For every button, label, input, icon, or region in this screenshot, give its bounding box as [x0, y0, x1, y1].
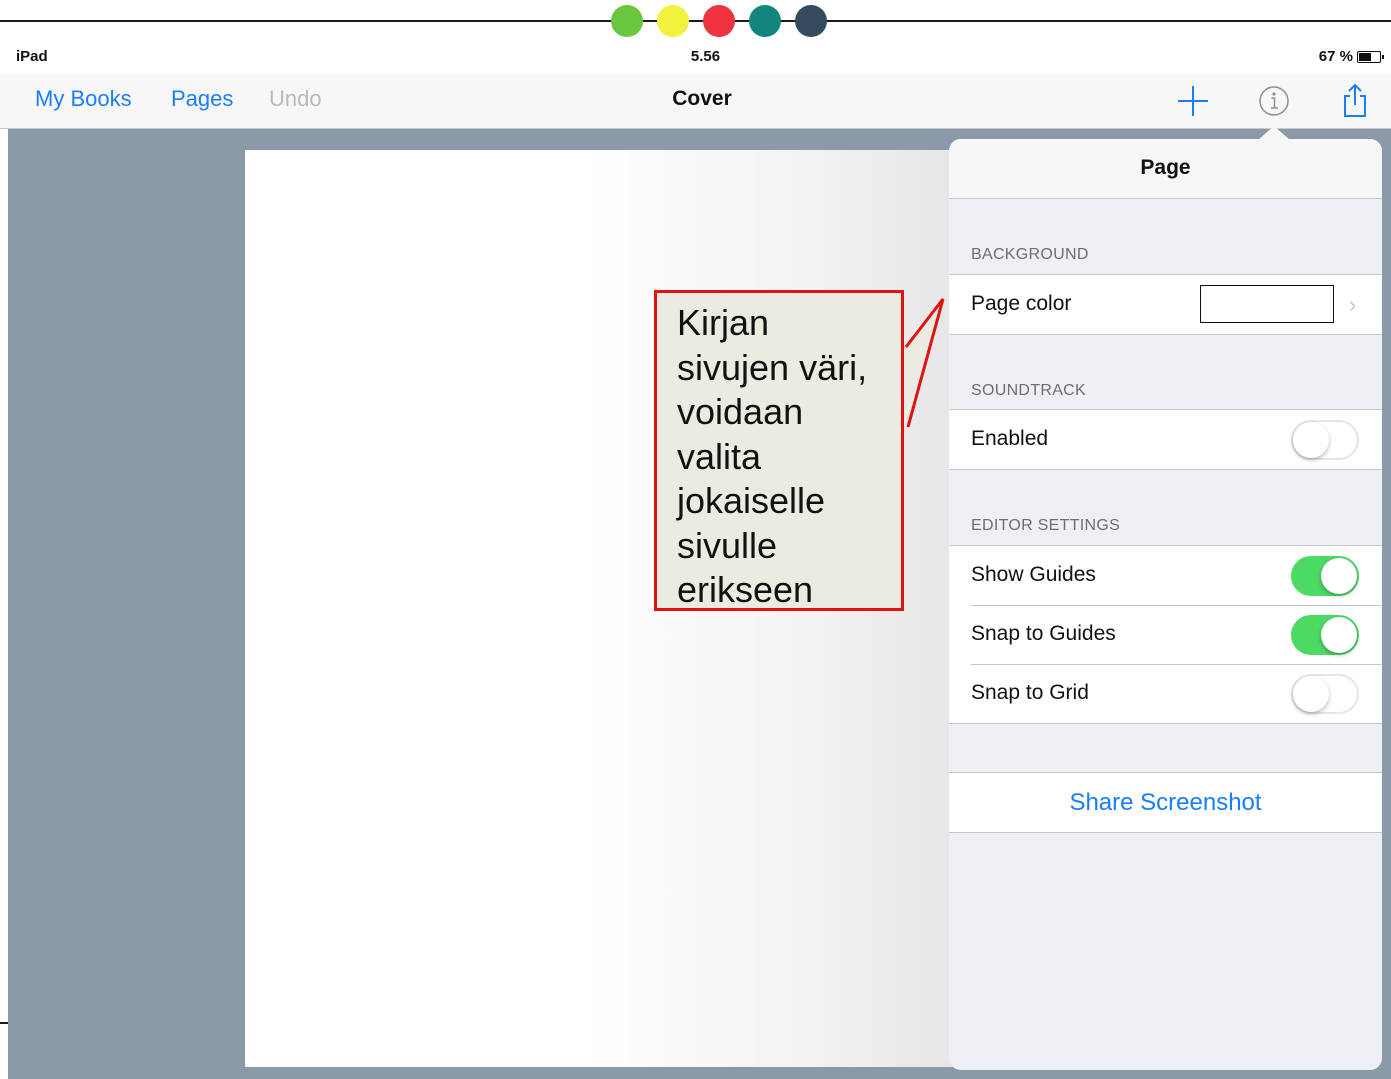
share-screenshot-button[interactable]: Share Screenshot — [949, 773, 1382, 832]
snap-to-guides-toggle[interactable] — [1291, 615, 1359, 655]
decor-dot-teal — [749, 5, 781, 37]
decor-dot-yellow — [657, 5, 689, 37]
enabled-label: Enabled — [971, 427, 1049, 450]
snap-to-grid-row: Snap to Grid — [949, 664, 1382, 723]
toggle-knob — [1321, 558, 1357, 594]
toggle-knob — [1293, 422, 1329, 458]
decor-dot-red — [703, 5, 735, 37]
battery-icon — [1357, 50, 1384, 63]
navigation-bar: My Books Pages Undo Cover — [0, 74, 1391, 129]
snap-to-guides-row: Snap to Guides — [949, 605, 1382, 664]
popover-title: Page — [1140, 156, 1191, 179]
info-icon[interactable] — [1255, 82, 1293, 120]
battery-indicator: 67 % — [1318, 48, 1384, 65]
snap-to-guides-label: Snap to Guides — [971, 622, 1116, 645]
show-guides-label: Show Guides — [971, 563, 1096, 586]
show-guides-row: Show Guides — [949, 546, 1382, 605]
slide-top-line — [0, 20, 1391, 22]
soundtrack-group: Enabled — [949, 409, 1382, 470]
show-guides-toggle[interactable] — [1291, 556, 1359, 596]
annotation-callout: Kirjan sivujen väri, voidaan valita joka… — [654, 290, 904, 611]
section-header-soundtrack: SOUNDTRACK — [971, 382, 1087, 399]
plus-icon[interactable] — [1174, 82, 1212, 120]
clock: 5.56 — [690, 48, 721, 65]
section-header-background: BACKGROUND — [971, 246, 1089, 263]
toggle-knob — [1293, 676, 1329, 712]
snap-to-grid-toggle[interactable] — [1291, 674, 1359, 714]
page-color-label: Page color — [971, 292, 1072, 315]
callout-text: Kirjan sivujen väri, voidaan valita joka… — [677, 302, 868, 610]
popover-arrow — [1258, 126, 1290, 140]
section-header-editor-settings: EDITOR SETTINGS — [971, 517, 1121, 534]
editor-settings-group: Show Guides Snap to Guides Snap to Grid — [949, 545, 1382, 724]
battery-percent: 67 % — [1318, 48, 1353, 65]
status-bar: iPad 5.56 67 % — [0, 40, 1391, 74]
page-color-row[interactable]: Page color › — [949, 275, 1382, 334]
share-group: Share Screenshot — [949, 772, 1382, 833]
chevron-right-icon: › — [1349, 292, 1357, 317]
page-settings-popover: Page BACKGROUND Page color › SOUNDTRACK … — [949, 139, 1382, 1070]
page-color-swatch[interactable] — [1200, 285, 1334, 323]
snap-to-grid-label: Snap to Grid — [971, 681, 1089, 704]
soundtrack-enabled-row: Enabled — [949, 410, 1382, 469]
background-group: Page color › — [949, 274, 1382, 335]
decor-dot-navy — [795, 5, 827, 37]
callout-pointer — [904, 298, 945, 428]
soundtrack-enabled-toggle[interactable] — [1291, 420, 1359, 460]
popover-header: Page — [949, 139, 1382, 199]
toggle-knob — [1321, 617, 1357, 653]
share-icon[interactable] — [1336, 82, 1374, 120]
decor-dot-green — [611, 5, 643, 37]
